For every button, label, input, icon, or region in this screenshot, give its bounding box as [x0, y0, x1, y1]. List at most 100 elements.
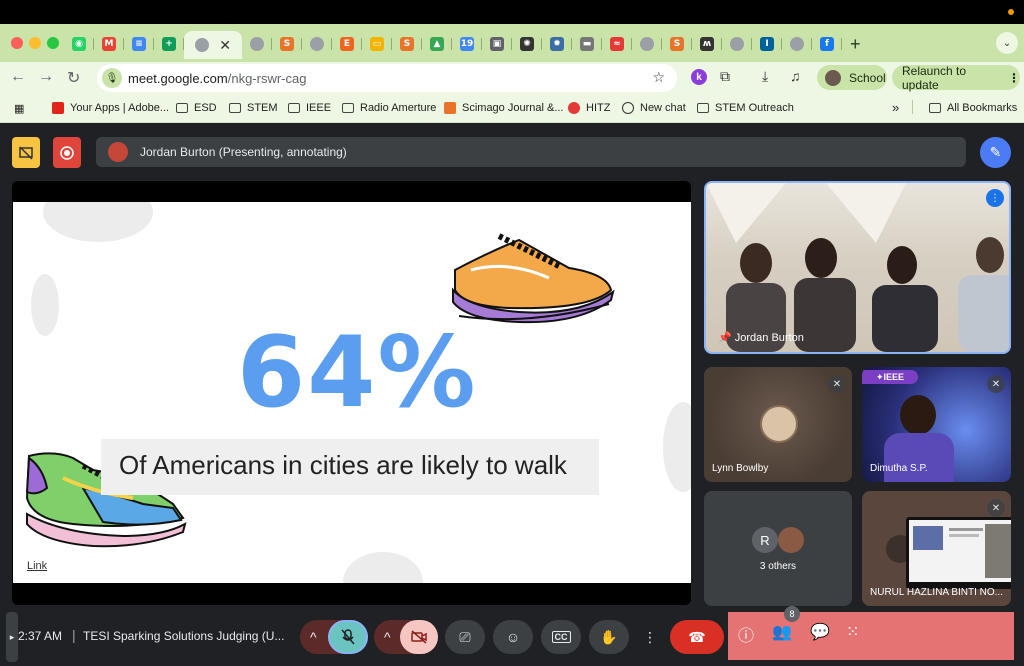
- bookmark-stem-outreach[interactable]: STEM Outreach: [697, 102, 794, 114]
- generic-icon: [250, 37, 264, 51]
- leave-call-button[interactable]: ☎: [670, 620, 724, 654]
- bookmark-ieee[interactable]: IEEE: [288, 102, 331, 114]
- drive-icon: ▲: [430, 37, 444, 51]
- tab[interactable]: E: [332, 31, 362, 57]
- whatsapp-icon: ◉: [72, 37, 86, 51]
- microphone-in-use-icon[interactable]: 🎙: [102, 68, 122, 88]
- stop-presenting-button[interactable]: [12, 137, 40, 168]
- extension-k-icon[interactable]: k: [691, 69, 707, 85]
- participant-head: [900, 395, 936, 435]
- participant-tile-main[interactable]: ⋮ 📌 Jordan Burton: [704, 181, 1011, 354]
- chat-icon[interactable]: 💬: [810, 622, 830, 642]
- captions-button[interactable]: CC: [541, 620, 581, 654]
- tab[interactable]: ▬: [572, 31, 602, 57]
- tab[interactable]: [302, 31, 332, 57]
- tab[interactable]: [722, 31, 752, 57]
- new-tab-button[interactable]: +: [850, 34, 861, 55]
- raise-hand-button[interactable]: ✋: [589, 620, 629, 654]
- tab[interactable]: 19: [452, 31, 482, 57]
- bookmark-hitz[interactable]: HITZ: [568, 102, 610, 114]
- bookmark-stem[interactable]: STEM: [229, 102, 278, 114]
- info-icon[interactable]: ⓘ: [738, 622, 754, 646]
- camera-toggle-button[interactable]: [400, 620, 438, 654]
- tab[interactable]: ▭: [362, 31, 392, 57]
- tab[interactable]: ▲: [422, 31, 452, 57]
- participant-tile-nurul[interactable]: ✕ NURUL HAZLINA BINTI NO...: [862, 491, 1011, 606]
- bookmark-esd[interactable]: ESD: [176, 102, 217, 114]
- download-icon[interactable]: ⤓: [762, 68, 768, 85]
- back-arrow-icon[interactable]: ←: [10, 68, 26, 86]
- tab[interactable]: M: [94, 31, 124, 57]
- ieee-badge: ✦ IEEE: [862, 370, 918, 384]
- participant-tile-others[interactable]: R 3 others: [704, 491, 852, 606]
- bookmark-adobe[interactable]: Your Apps | Adobe...: [52, 102, 169, 114]
- reload-icon[interactable]: ↻: [67, 68, 80, 88]
- tab[interactable]: I: [752, 31, 782, 57]
- tab[interactable]: S: [272, 31, 302, 57]
- tab[interactable]: +: [154, 31, 184, 57]
- generic-icon: [640, 37, 654, 51]
- apps-grid-icon[interactable]: ▦: [14, 102, 24, 115]
- generic-icon: [310, 37, 324, 51]
- tab[interactable]: S: [662, 31, 692, 57]
- tab[interactable]: S: [392, 31, 422, 57]
- slide-statistic: 64%: [237, 316, 478, 430]
- bookmark-scimago[interactable]: Scimago Journal &...: [444, 102, 564, 114]
- tab[interactable]: ≈: [602, 31, 632, 57]
- tab[interactable]: ▣: [482, 31, 512, 57]
- tab[interactable]: ✹: [542, 31, 572, 57]
- media-control-icon[interactable]: ♫: [790, 68, 801, 84]
- maximize-window-button[interactable]: [47, 37, 59, 49]
- participant-body: [884, 433, 954, 482]
- tab[interactable]: f: [812, 31, 842, 57]
- tab[interactable]: ≡: [124, 31, 154, 57]
- all-bookmarks-button[interactable]: All Bookmarks: [929, 102, 1017, 114]
- participant-tile-dimutha[interactable]: ✦ IEEE ✕ Dimutha S.P.: [862, 367, 1011, 482]
- extensions-puzzle-icon[interactable]: ⧉: [720, 68, 730, 85]
- expand-handle[interactable]: ▸: [6, 612, 18, 662]
- relaunch-button[interactable]: Relaunch to update ⋮: [892, 63, 1020, 92]
- close-tab-icon[interactable]: ✕: [219, 37, 231, 54]
- close-window-button[interactable]: [11, 37, 23, 49]
- tab[interactable]: [782, 31, 812, 57]
- bookmark-radio-amerture[interactable]: Radio Amerture: [342, 102, 436, 114]
- mic-off-icon: [341, 629, 355, 645]
- tab[interactable]: ◉: [64, 31, 94, 57]
- address-bar[interactable]: 🎙 meet.google.com/nkg-rswr-cag ☆: [97, 64, 677, 92]
- bookmark-star-icon[interactable]: ☆: [652, 69, 665, 86]
- tab[interactable]: [242, 31, 272, 57]
- tab-active[interactable]: ✕: [184, 31, 242, 59]
- minimize-window-button[interactable]: [29, 37, 41, 49]
- screen-share-preview: [906, 517, 1011, 589]
- mic-toggle-button[interactable]: [328, 620, 368, 654]
- calendar-icon: 19: [460, 37, 474, 51]
- people-icon[interactable]: 👥: [772, 622, 792, 642]
- annotate-pen-button[interactable]: ✎: [980, 137, 1011, 168]
- tab[interactable]: ʍ: [692, 31, 722, 57]
- tab[interactable]: [632, 31, 662, 57]
- profile-button[interactable]: School: [817, 65, 887, 90]
- tab-separator: [183, 38, 184, 50]
- present-screen-button[interactable]: ⎚: [445, 620, 485, 654]
- tab[interactable]: ✺: [512, 31, 542, 57]
- camera-indicator-icon: [1008, 9, 1014, 15]
- bookmarks-overflow-button[interactable]: »: [892, 100, 899, 115]
- more-options-button[interactable]: ⋮: [637, 620, 663, 654]
- generic-icon: [790, 37, 804, 51]
- participant-name: NURUL HAZLINA BINTI NO...: [870, 587, 1003, 598]
- tab-separator: [841, 38, 842, 50]
- relaunch-label: Relaunch to update: [902, 63, 967, 92]
- bookmark-new-chat[interactable]: New chat: [622, 102, 686, 114]
- tab-search-button[interactable]: ⌄: [996, 32, 1018, 54]
- more-vert-icon[interactable]: ⋮: [1008, 71, 1020, 85]
- participant-tile-lynn[interactable]: ✕ Lynn Bowlby: [704, 367, 852, 482]
- reactions-button[interactable]: ☺: [493, 620, 533, 654]
- side-controls-panel: ⓘ 👥 8 💬 ⁙: [728, 606, 1014, 660]
- slide-link[interactable]: Link: [27, 560, 47, 572]
- people-count-badge: 8: [784, 606, 800, 622]
- activities-grid-icon[interactable]: ⁙: [846, 622, 859, 642]
- docs-icon: ≡: [132, 37, 146, 51]
- record-button[interactable]: [53, 137, 81, 168]
- forward-arrow-icon[interactable]: →: [38, 68, 54, 86]
- preview-block: [913, 526, 943, 550]
